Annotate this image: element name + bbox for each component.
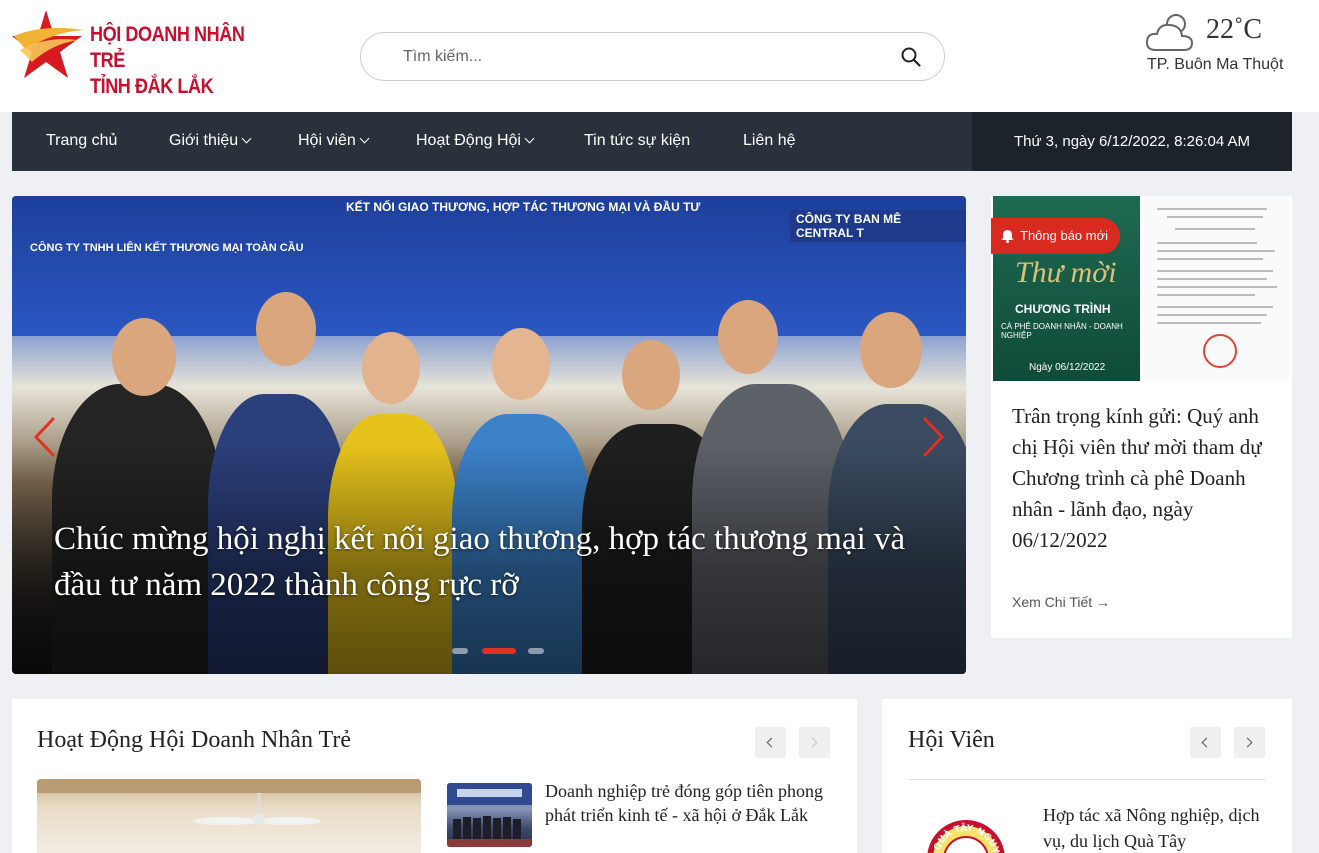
nav-item-about[interactable]: Giới thiệu bbox=[169, 112, 252, 171]
chevron-left-icon bbox=[1201, 737, 1212, 748]
nav-label: Giới thiệu bbox=[169, 132, 239, 149]
nav-label: Liên hệ bbox=[743, 132, 796, 149]
member-logo[interactable]: QUÀ TÂY NGUYÊN bbox=[926, 819, 1006, 853]
cloud-sun-icon bbox=[1145, 14, 1194, 51]
badge-label: Thông báo mới bbox=[1020, 228, 1109, 243]
group-photo-icon bbox=[447, 783, 532, 847]
chevron-down-icon bbox=[524, 133, 535, 144]
search-icon[interactable] bbox=[900, 46, 922, 68]
activities-next-button[interactable] bbox=[799, 727, 830, 758]
banner-text: KẾT NỐI GIAO THƯƠNG, HỢP TÁC THƯƠNG MẠI … bbox=[346, 200, 701, 214]
banner-text: CÔNG TY BAN MÊ CENTRAL T bbox=[790, 210, 966, 242]
nav-label: Hoạt Động Hội bbox=[416, 132, 521, 149]
notice-card: Thư mời CHƯƠNG TRÌNH CÀ PHÊ DOANH NHÂN -… bbox=[991, 196, 1292, 638]
chevron-down-icon bbox=[241, 133, 252, 144]
chevron-left-icon bbox=[766, 737, 777, 748]
members-next-button[interactable] bbox=[1234, 727, 1265, 758]
members-prev-button[interactable] bbox=[1190, 727, 1221, 758]
program-sub: CÀ PHÊ DOANH NHÂN - DOANH NGHIỆP bbox=[1001, 322, 1123, 340]
slider-dot-active[interactable] bbox=[482, 648, 516, 654]
invite-text: Thư mời bbox=[1015, 256, 1117, 289]
logo-line-1: HỘI DOANH NHÂN TRẺ bbox=[90, 23, 245, 72]
members-title: Hội Viên bbox=[908, 727, 995, 753]
slider-next-arrow-icon[interactable] bbox=[918, 414, 948, 460]
activities-panel: Hoạt Động Hội Doanh Nhân Trẻ Doanh nghiệ… bbox=[12, 699, 857, 853]
slider-dot[interactable] bbox=[528, 648, 544, 654]
temperature: 22˚C bbox=[1206, 14, 1262, 45]
hero-slider[interactable]: KẾT NỐI GIAO THƯƠNG, HỢP TÁC THƯƠNG MẠI … bbox=[12, 196, 966, 674]
current-datetime: Thứ 3, ngày 6/12/2022, 8:26:04 AM bbox=[972, 112, 1292, 171]
bell-icon bbox=[1001, 229, 1014, 243]
stamp-icon bbox=[1203, 334, 1237, 368]
member-link[interactable]: Hợp tác xã Nông nghiệp, dịch vụ, du lịch… bbox=[1043, 802, 1263, 853]
site-header: HỘI DOANH NHÂN TRẺ TỈNH ĐẮK LẮK 22˚C TP.… bbox=[0, 0, 1319, 112]
nav-item-news[interactable]: Tin tức sự kiện bbox=[584, 112, 690, 171]
search-input[interactable] bbox=[403, 45, 883, 69]
featured-activity-image[interactable] bbox=[37, 779, 421, 853]
logo-line-2: TỈNH ĐẮK LẮK bbox=[90, 75, 214, 98]
star-logo-icon bbox=[12, 10, 84, 78]
activity-article-link[interactable]: Doanh nghiệp trẻ đóng góp tiên phong phá… bbox=[545, 779, 835, 827]
member-seal-icon: QUÀ TÂY NGUYÊN bbox=[926, 819, 1005, 853]
chevron-down-icon bbox=[359, 133, 370, 144]
program-text: CHƯƠNG TRÌNH bbox=[1015, 302, 1111, 316]
nav-item-contact[interactable]: Liên hệ bbox=[743, 112, 796, 171]
ceiling-fan-icon bbox=[37, 779, 421, 825]
nav-item-home[interactable]: Trang chủ bbox=[46, 112, 117, 171]
weather-widget: 22˚C TP. Buôn Ma Thuột bbox=[1140, 6, 1310, 86]
chevron-right-icon bbox=[1242, 737, 1253, 748]
slider-prev-arrow-icon[interactable] bbox=[30, 414, 60, 460]
site-logo[interactable]: HỘI DOANH NHÂN TRẺ TỈNH ĐẮK LẮK bbox=[12, 6, 292, 98]
nav-label: Trang chủ bbox=[46, 132, 118, 149]
search-box bbox=[360, 32, 945, 81]
main-nav: Trang chủ Giới thiệu Hội viên Hoạt Động … bbox=[12, 112, 1292, 171]
activities-prev-button[interactable] bbox=[755, 727, 786, 758]
notice-title-link[interactable]: Trân trọng kính gửi: Quý anh chị Hội viê… bbox=[1012, 401, 1274, 556]
read-more-link[interactable]: Xem Chi Tiết → bbox=[1012, 594, 1110, 610]
activity-thumbnail[interactable] bbox=[447, 783, 532, 847]
nav-label: Hội viên bbox=[298, 132, 356, 149]
slide-title[interactable]: Chúc mừng hội nghị kết nối giao thương, … bbox=[54, 516, 924, 608]
chevron-right-icon bbox=[807, 737, 818, 748]
banner-text: CÔNG TY TNHH LIÊN KẾT THƯƠNG MẠI TOÀN CẦ… bbox=[30, 242, 304, 254]
weather-city: TP. Buôn Ma Thuột bbox=[1147, 56, 1284, 73]
invite-date: Ngày 06/12/2022 bbox=[1029, 362, 1106, 373]
slider-dots bbox=[452, 648, 544, 656]
slider-dot[interactable] bbox=[452, 648, 468, 654]
new-notice-badge: Thông báo mới bbox=[991, 218, 1121, 254]
logo-text: HỘI DOANH NHÂN TRẺ TỈNH ĐẮK LẮK bbox=[90, 22, 264, 100]
invite-letter bbox=[1143, 196, 1290, 381]
members-panel: Hội Viên QUÀ TÂY NGUYÊN Hợp tác xã Nông … bbox=[882, 699, 1292, 853]
nav-item-members[interactable]: Hội viên bbox=[298, 112, 370, 171]
nav-label: Tin tức sự kiện bbox=[584, 132, 691, 149]
activities-title: Hoạt Động Hội Doanh Nhân Trẻ bbox=[37, 727, 351, 753]
members-divider bbox=[908, 779, 1266, 780]
nav-item-activities[interactable]: Hoạt Động Hội bbox=[416, 112, 535, 171]
